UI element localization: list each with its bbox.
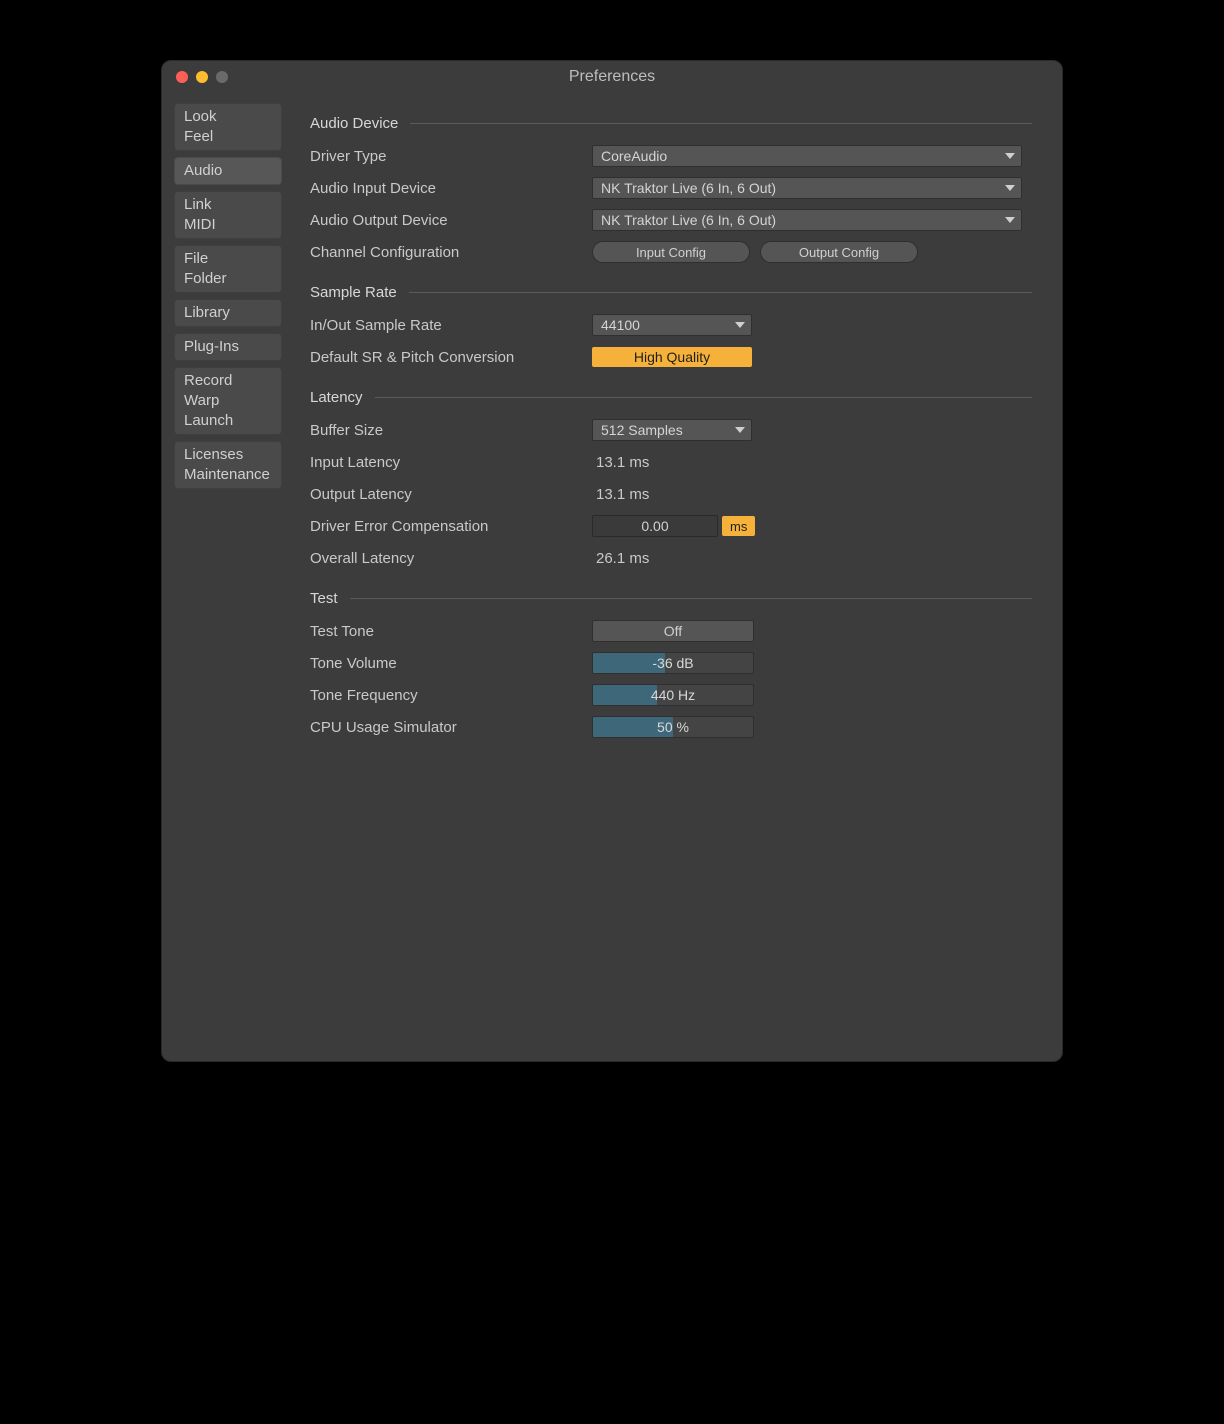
window-title: Preferences: [162, 68, 1062, 86]
audio-output-device-dropdown[interactable]: NK Traktor Live (6 In, 6 Out): [592, 209, 1022, 231]
section-header-label: Sample Rate: [310, 284, 397, 301]
sidebar-item-record[interactable]: Record: [184, 371, 272, 391]
chevron-down-icon: [1005, 217, 1015, 223]
driver-type-label: Driver Type: [310, 148, 592, 165]
driver-error-compensation-label: Driver Error Compensation: [310, 518, 592, 535]
sidebar: LookFeel Audio LinkMIDI FileFolder Library Pl…: [174, 103, 282, 1049]
chevron-down-icon: [735, 322, 745, 328]
test-tone-toggle[interactable]: Off: [592, 620, 754, 642]
section-header-test: Test: [310, 590, 1032, 607]
sidebar-item-folder[interactable]: Folder: [184, 269, 272, 289]
sidebar-item-warp[interactable]: Warp: [184, 391, 272, 411]
chevron-down-icon: [1005, 153, 1015, 159]
titlebar: Preferences: [162, 61, 1062, 93]
default-sr-label: Default SR & Pitch Conversion: [310, 349, 592, 366]
sidebar-item-midi[interactable]: MIDI: [184, 215, 272, 235]
output-latency-value: 13.1 ms: [592, 486, 649, 503]
cpu-usage-value: 50 %: [593, 717, 753, 737]
output-latency-label: Output Latency: [310, 486, 592, 503]
sidebar-group[interactable]: RecordWarpLaunch: [174, 367, 282, 435]
section-header-audio-device: Audio Device: [310, 115, 1032, 132]
chevron-down-icon: [1005, 185, 1015, 191]
sidebar-group[interactable]: LinkMIDI: [174, 191, 282, 239]
sidebar-item-link[interactable]: Link: [184, 195, 272, 215]
cpu-usage-slider[interactable]: 50 %: [592, 716, 754, 738]
driver-type-dropdown[interactable]: CoreAudio: [592, 145, 1022, 167]
sample-rate-dropdown[interactable]: 44100: [592, 314, 752, 336]
sidebar-group[interactable]: Audio: [174, 157, 282, 185]
chevron-down-icon: [735, 427, 745, 433]
section-header-sample-rate: Sample Rate: [310, 284, 1032, 301]
preferences-window: Preferences LookFeel Audio LinkMIDI FileFol…: [161, 60, 1063, 1062]
output-config-button[interactable]: Output Config: [760, 241, 918, 263]
section-header-label: Audio Device: [310, 115, 398, 132]
section-header-label: Latency: [310, 389, 363, 406]
buffer-size-label: Buffer Size: [310, 422, 592, 439]
section-header-latency: Latency: [310, 389, 1032, 406]
audio-input-device-dropdown[interactable]: NK Traktor Live (6 In, 6 Out): [592, 177, 1022, 199]
inout-sample-rate-label: In/Out Sample Rate: [310, 317, 592, 334]
tone-volume-slider[interactable]: -36 dB: [592, 652, 754, 674]
audio-input-device-label: Audio Input Device: [310, 180, 592, 197]
sidebar-item-launch[interactable]: Launch: [184, 411, 272, 431]
sidebar-item-licenses[interactable]: Licenses: [184, 445, 272, 465]
input-config-button[interactable]: Input Config: [592, 241, 750, 263]
buffer-size-dropdown[interactable]: 512 Samples: [592, 419, 752, 441]
sidebar-group[interactable]: LookFeel: [174, 103, 282, 151]
tone-frequency-slider[interactable]: 440 Hz: [592, 684, 754, 706]
sidebar-item-look[interactable]: Look: [184, 107, 272, 127]
ms-unit-badge[interactable]: ms: [722, 516, 755, 536]
tone-frequency-value: 440 Hz: [593, 685, 753, 705]
tone-volume-value: -36 dB: [593, 653, 753, 673]
input-latency-label: Input Latency: [310, 454, 592, 471]
section-header-label: Test: [310, 590, 338, 607]
sidebar-item-feel[interactable]: Feel: [184, 127, 272, 147]
audio-output-device-value: NK Traktor Live (6 In, 6 Out): [601, 212, 776, 228]
sidebar-group[interactable]: Library: [174, 299, 282, 327]
sidebar-item-file[interactable]: File: [184, 249, 272, 269]
test-tone-label: Test Tone: [310, 623, 592, 640]
tone-frequency-label: Tone Frequency: [310, 687, 592, 704]
sample-rate-value: 44100: [601, 317, 640, 333]
sidebar-item-library[interactable]: Library: [184, 303, 272, 323]
default-sr-toggle[interactable]: High Quality: [592, 347, 752, 367]
channel-configuration-label: Channel Configuration: [310, 244, 592, 261]
input-latency-value: 13.1 ms: [592, 454, 649, 471]
sidebar-group[interactable]: LicensesMaintenance: [174, 441, 282, 489]
overall-latency-label: Overall Latency: [310, 550, 592, 567]
overall-latency-value: 26.1 ms: [592, 550, 649, 567]
driver-error-compensation-input[interactable]: 0.00: [592, 515, 718, 537]
sidebar-item-plug-ins[interactable]: Plug-Ins: [184, 337, 272, 357]
buffer-size-value: 512 Samples: [601, 422, 683, 438]
content-pane: Audio Device Driver Type CoreAudio Audio…: [292, 103, 1050, 1049]
sidebar-group[interactable]: Plug-Ins: [174, 333, 282, 361]
sidebar-item-audio[interactable]: Audio: [184, 161, 272, 181]
driver-type-value: CoreAudio: [601, 148, 667, 164]
audio-input-device-value: NK Traktor Live (6 In, 6 Out): [601, 180, 776, 196]
tone-volume-label: Tone Volume: [310, 655, 592, 672]
sidebar-group[interactable]: FileFolder: [174, 245, 282, 293]
cpu-usage-simulator-label: CPU Usage Simulator: [310, 719, 592, 736]
sidebar-item-maintenance[interactable]: Maintenance: [184, 465, 272, 485]
audio-output-device-label: Audio Output Device: [310, 212, 592, 229]
